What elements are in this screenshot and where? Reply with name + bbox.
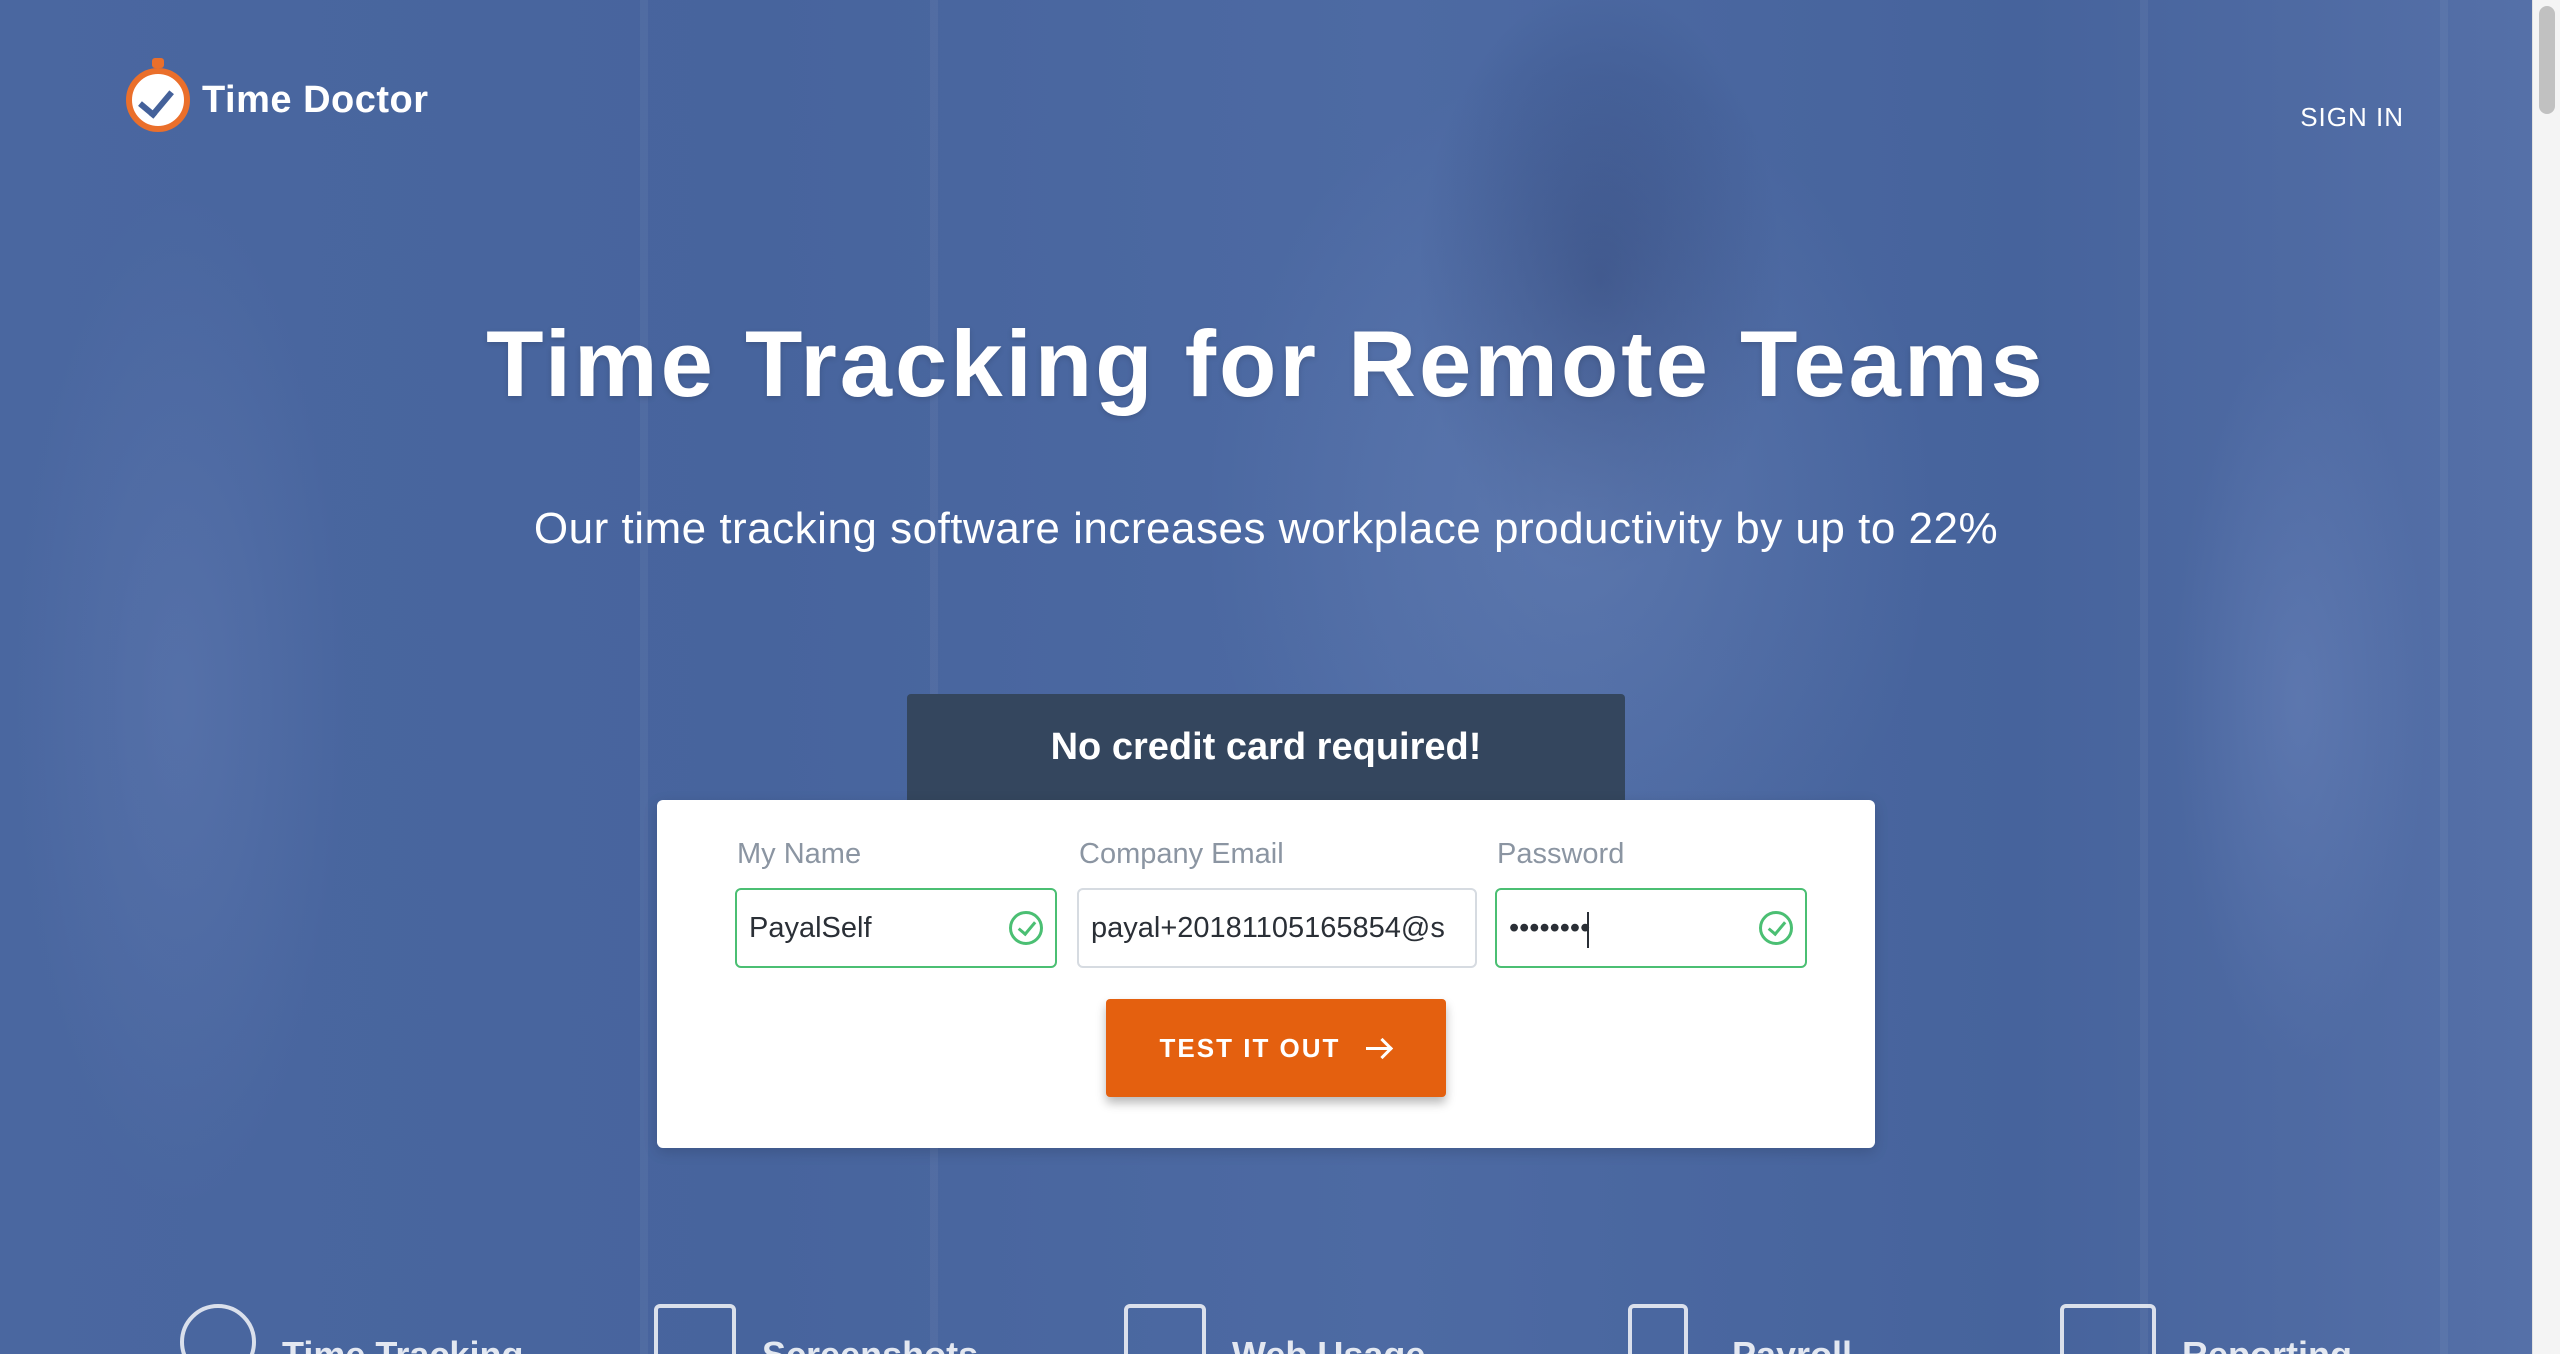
email-field-group: Company Email [1077,838,1477,968]
feature-label: Screenshots [762,1334,978,1354]
email-field-label: Company Email [1079,838,1284,870]
test-it-out-label: TEST IT OUT [1159,1032,1341,1063]
valid-check-icon [1009,911,1043,945]
payroll-icon [1628,1304,1688,1354]
background-stripe [640,0,648,1354]
background-stripe [930,0,938,1354]
background-stripe [2440,0,2448,1354]
page: Time Doctor SIGN IN Time Tracking for Re… [0,0,2560,1354]
browser-www-icon [1124,1304,1206,1354]
chart-line-icon [2060,1304,2156,1354]
feature-label: Reporting [2182,1334,2352,1354]
name-field-group: My Name [735,838,1057,968]
brand-logo[interactable]: Time Doctor [126,58,429,132]
brand-name: Time Doctor [202,78,429,121]
background-stripe [2140,0,2148,1354]
name-field-label: My Name [737,838,862,870]
arrow-right-icon [1366,1038,1392,1058]
password-field-label: Password [1497,838,1625,870]
feature-payroll[interactable]: Payroll [1628,1304,1852,1354]
password-field-group: Password [1495,838,1807,968]
clock-check-icon [126,58,190,132]
feature-label: Web Usage [1232,1334,1425,1354]
name-input[interactable] [737,890,1055,966]
name-field-box [735,888,1057,968]
sign-in-link[interactable]: SIGN IN [2300,102,2404,133]
signup-form: My Name Company Email Password TEST IT O… [657,800,1875,1148]
stopwatch-icon [180,1304,256,1354]
feature-label: Payroll [1732,1334,1852,1354]
email-input[interactable] [1079,890,1475,966]
feature-label: Time Tracking [282,1334,523,1354]
feature-time-tracking[interactable]: Time Tracking [180,1304,523,1354]
test-it-out-button[interactable]: TEST IT OUT [1106,999,1446,1097]
valid-check-icon [1759,911,1793,945]
hero-title: Time Tracking for Remote Teams [486,311,2046,416]
feature-web-usage[interactable]: Web Usage [1124,1304,1425,1354]
image-icon [654,1304,736,1354]
feature-screenshots[interactable]: Screenshots [654,1304,978,1354]
hero-subtitle: Our time tracking software increases wor… [533,504,1999,553]
no-credit-card-banner: No credit card required! [907,694,1625,800]
password-field-box [1495,888,1807,968]
feature-reporting[interactable]: Reporting [2060,1304,2352,1354]
page-scrollbar[interactable] [2532,0,2560,1354]
scrollbar-thumb[interactable] [2539,6,2555,114]
email-field-box [1077,888,1477,968]
hero-background-image [0,0,2532,1354]
text-cursor [1587,912,1589,948]
